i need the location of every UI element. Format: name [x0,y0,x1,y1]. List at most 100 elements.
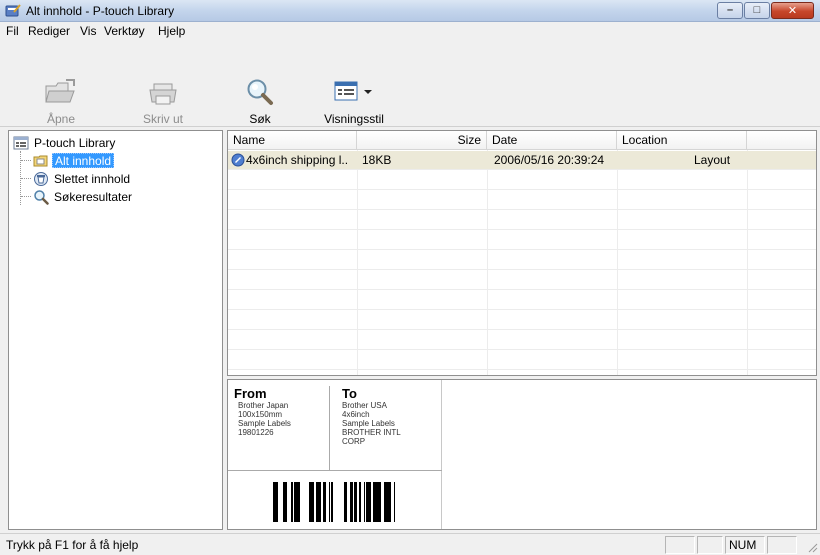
from-line: Sample Labels [238,419,291,428]
barcode-bar [346,482,347,522]
empty-row [228,311,816,330]
menu-verktoy[interactable]: Verktøy [104,24,145,38]
resize-grip-icon[interactable] [806,541,818,553]
close-button[interactable]: ✕ [771,2,814,19]
barcode-bar [354,482,357,522]
file-list[interactable]: Name Size Date Location 4x6inch shipping… [227,130,817,376]
search-icon [247,79,273,105]
from-line: Brother Japan [238,401,289,410]
empty-row [228,191,816,210]
label-divider [228,470,442,471]
barcode-bar [378,482,381,522]
column-header-location[interactable]: Location [617,131,747,150]
barcode-bar [331,482,333,522]
barcode-bar [366,482,369,522]
maximize-icon: □ [753,4,761,16]
status-bar: Trykk på F1 for å få hjelp NUM [0,533,820,555]
menu-bar: Fil Rediger Vis Verktøy Hjelp [0,22,820,40]
column-header-size[interactable]: Size [357,131,487,150]
table-row[interactable]: 4x6inch shipping l.. 18KB 2006/05/16 20:… [228,151,816,170]
tree-root-library[interactable]: P-touch Library [13,135,213,151]
empty-row [228,231,816,250]
tree-item-sokeresultater[interactable]: Søkeresultater [33,189,213,205]
library-icon [13,136,29,150]
menu-fil[interactable]: Fil [6,24,19,38]
layout-file-icon [231,153,245,167]
barcode-bar [359,482,360,522]
status-panel-4 [767,536,797,554]
maximize-button[interactable]: □ [744,2,770,19]
label-card: From Brother Japan 100x150mm Sample Labe… [228,380,442,529]
open-folder-icon [45,79,75,103]
tree-item-slettet-innhold[interactable]: Slettet innhold [33,171,213,187]
tree-item-alt-innhold[interactable]: Alt innhold [33,153,213,169]
barcode-bar [390,482,391,522]
menu-rediger[interactable]: Rediger [28,24,70,38]
barcode-bar [375,482,378,522]
barcode-bar [364,482,365,522]
barcode-bar [317,482,318,522]
menu-vis[interactable]: Vis [80,24,96,38]
barcode-bar [312,482,314,522]
barcode-bar [344,482,346,522]
print-button[interactable]: Skriv ut [132,40,194,126]
column-header-name[interactable]: Name [228,131,357,150]
barcode-bar [394,482,395,522]
tree-item-label: Alt innhold [52,153,115,168]
barcode-bar [309,482,310,522]
minimize-icon: – [726,4,734,16]
empty-row [228,171,816,190]
menu-hjelp[interactable]: Hjelp [158,24,185,38]
barcode-bar [283,482,284,522]
empty-row [228,211,816,230]
tree-item-label: Søkeresultater [54,190,133,204]
column-header-date[interactable]: Date [487,131,617,150]
cell-date: 2006/05/16 20:39:24 [494,153,605,167]
title-bar[interactable]: Alt innhold - P-touch Library – □ ✕ [0,0,820,22]
window-title: Alt innhold - P-touch Library [26,4,175,18]
view-style-button[interactable]: Visningsstil [304,40,404,126]
barcode-bar [384,482,387,522]
barcode-bar [316,482,317,522]
empty-row [228,351,816,370]
to-line: BROTHER INTL [342,428,401,437]
printer-icon [149,83,177,105]
status-num: NUM [725,536,765,554]
app-icon [5,4,21,17]
folder-tree[interactable]: P-touch Library Alt innhold Slettet innh… [8,130,223,530]
empty-row [228,271,816,290]
tree-root-label: P-touch Library [34,136,116,150]
empty-row [228,251,816,270]
cell-name: 4x6inch shipping l.. [246,153,349,167]
barcode-bar [284,482,287,522]
cell-location: Layout [694,153,731,167]
status-panel-2 [697,536,723,554]
barcode-bar [329,482,330,522]
barcode-bar [388,482,390,522]
open-label: Åpne [46,112,76,126]
from-block: From Brother Japan 100x150mm Sample Labe… [234,386,330,470]
barcode-image [273,482,395,522]
to-line: CORP [342,437,366,446]
status-panel-1 [665,536,695,554]
to-line: Brother USA [342,401,387,410]
barcode-bar [387,482,388,522]
barcode-bar [352,482,353,522]
barcode-bar [350,482,352,522]
barcode-bar [297,482,300,522]
empty-row [228,291,816,310]
open-button[interactable]: Åpne [30,40,92,126]
minimize-button[interactable]: – [717,2,743,19]
to-line: Sample Labels [342,419,395,428]
to-heading: To [342,386,357,401]
view-style-label: Visningsstil [324,112,384,126]
cell-size: 18KB [362,153,392,167]
recycle-bin-icon [34,172,48,186]
view-list-icon [334,81,372,101]
to-line: 4x6inch [342,410,370,419]
barcode-bar [291,482,293,522]
barcode-bar [369,482,371,522]
search-button[interactable]: Søk [230,40,290,126]
barcode-bar [373,482,375,522]
tree-item-label: Slettet innhold [54,172,131,186]
